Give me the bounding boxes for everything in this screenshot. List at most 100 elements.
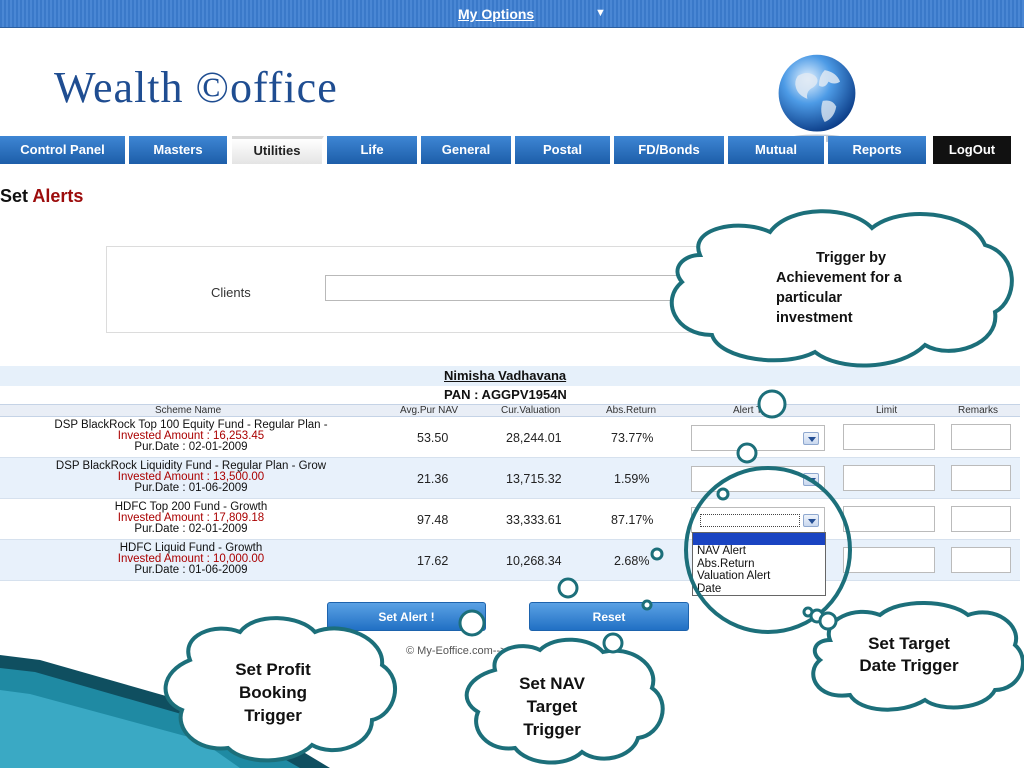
limit-input[interactable]	[843, 506, 935, 532]
purchase-date: Pur.Date : 01-06-2009	[134, 564, 248, 576]
clients-label: Clients	[211, 285, 251, 300]
col-limit: Limit	[876, 405, 898, 416]
alert-type-select[interactable]	[691, 425, 825, 451]
page-title-accent: Alerts	[32, 186, 84, 206]
col-cur-valuation: Cur.Valuation	[501, 405, 561, 416]
option-date[interactable]: Date	[693, 583, 825, 596]
tab-fd-bonds[interactable]: FD/Bonds	[614, 136, 726, 164]
alert-type-select-open[interactable]	[691, 507, 825, 533]
alert-type-select[interactable]	[691, 466, 825, 492]
chevron-down-icon[interactable]	[697, 281, 713, 294]
cur-valuation: 10,268.34	[506, 554, 562, 568]
chevron-down-icon[interactable]: ▼	[595, 7, 606, 19]
main-nav: Control Panel Masters Utilities Life Gen…	[0, 136, 1024, 164]
chevron-down-icon[interactable]	[803, 432, 819, 445]
purchase-date: Pur.Date : 01-06-2009	[134, 482, 248, 494]
purchase-date: Pur.Date : 02-01-2009	[134, 523, 248, 535]
col-avg-pur-nav: Avg.Pur NAV	[400, 405, 458, 416]
logout-button[interactable]: LogOut	[933, 136, 1013, 164]
callout-profit-booking: Set Profit Booking Trigger	[218, 658, 328, 727]
bubble	[818, 611, 838, 631]
logo: Wealth ©office	[54, 63, 338, 112]
limit-input[interactable]	[843, 465, 935, 491]
header: Wealth ©office	[0, 28, 1024, 143]
tab-life[interactable]: Life	[327, 136, 419, 164]
purchase-date: Pur.Date : 02-01-2009	[134, 441, 248, 453]
option-valuation-alert[interactable]: Valuation Alert	[693, 570, 825, 583]
table-row: HDFC Liquid Fund - Growth Invested Amoun…	[0, 540, 1020, 581]
page-title-prefix: Set	[0, 186, 29, 206]
tab-masters[interactable]: Masters	[129, 136, 229, 164]
client-filter-panel: Clients	[106, 246, 720, 333]
scheme-cell: DSP BlackRock Top 100 Equity Fund - Regu…	[0, 419, 382, 453]
remarks-input[interactable]	[951, 506, 1011, 532]
globe-icon	[778, 54, 856, 143]
remarks-input[interactable]	[951, 424, 1011, 450]
table-header: Scheme Name Avg.Pur NAV Cur.Valuation Ab…	[0, 404, 1020, 417]
tab-reports[interactable]: Reports	[828, 136, 928, 164]
alert-type-options: NAV Alert Abs.Return Valuation Alert Dat…	[692, 532, 826, 596]
callout-line: Date Trigger	[859, 656, 959, 675]
callout-line: Set Profit	[235, 660, 311, 679]
callout-nav-target: Set NAV Target Trigger	[500, 672, 604, 741]
bubble	[602, 632, 624, 654]
bubble	[557, 577, 579, 599]
abs-return: 87.17%	[611, 513, 654, 527]
focus-outline	[700, 514, 800, 527]
tab-postal[interactable]: Postal	[515, 136, 612, 164]
client-name[interactable]: Nimisha Vadhavana	[444, 368, 566, 383]
table-row: DSP BlackRock Liquidity Fund - Regular P…	[0, 458, 1020, 499]
tab-control-panel[interactable]: Control Panel	[0, 136, 127, 164]
abs-return: 73.77%	[611, 431, 654, 445]
callout-line: Trigger	[523, 720, 581, 739]
callout-target-date: Set Target Date Trigger	[846, 633, 972, 677]
callout-line: Achievement for a	[776, 270, 902, 286]
callout-line: Booking	[239, 683, 307, 702]
callout-line: Set NAV	[519, 674, 585, 693]
option-abs-return[interactable]: Abs.Return	[693, 558, 825, 571]
tab-general[interactable]: General	[421, 136, 513, 164]
col-alert-type: Alert Type	[733, 405, 778, 416]
abs-return: 2.68%	[614, 554, 650, 568]
bubble	[809, 608, 825, 624]
footer-text: © My-Eoffice.com--> Advisor Sectio	[406, 645, 580, 657]
callout-line: Target	[526, 697, 578, 716]
limit-input[interactable]	[843, 547, 935, 573]
limit-input[interactable]	[843, 424, 935, 450]
scheme-cell: HDFC Top 200 Fund - Growth Invested Amou…	[0, 501, 382, 535]
clients-select[interactable]	[325, 275, 719, 301]
chevron-down-icon[interactable]	[803, 514, 819, 527]
callout-line: Trigger	[244, 706, 302, 725]
reset-button[interactable]: Reset	[529, 602, 689, 631]
table-row: DSP BlackRock Top 100 Equity Fund - Regu…	[0, 417, 1020, 458]
callout-line: investment	[776, 310, 853, 326]
set-alert-button[interactable]: Set Alert !	[327, 602, 486, 631]
page-title: Set Alerts	[0, 186, 83, 207]
option-nav-alert[interactable]: NAV Alert	[693, 545, 825, 558]
abs-return: 1.59%	[614, 472, 650, 486]
tab-utilities[interactable]: Utilities	[232, 136, 324, 164]
cur-valuation: 13,715.32	[506, 472, 562, 486]
remarks-input[interactable]	[951, 465, 1011, 491]
table-row: HDFC Top 200 Fund - Growth Invested Amou…	[0, 499, 1020, 540]
avg-pur-nav: 97.48	[417, 513, 449, 527]
tab-mutual[interactable]: Mutual	[728, 136, 826, 164]
avg-pur-nav: 21.36	[417, 472, 449, 486]
callout-line: Set Target	[868, 634, 950, 653]
callout-line: Trigger by	[816, 250, 887, 266]
cur-valuation: 33,333.61	[506, 513, 562, 527]
cur-valuation: 28,244.01	[506, 431, 562, 445]
col-remarks: Remarks	[958, 405, 999, 416]
chevron-down-icon[interactable]	[803, 473, 819, 486]
scheme-cell: DSP BlackRock Liquidity Fund - Regular P…	[0, 460, 382, 494]
bubble	[802, 606, 814, 618]
remarks-input[interactable]	[951, 547, 1011, 573]
avg-pur-nav: 53.50	[417, 431, 449, 445]
col-scheme-name: Scheme Name	[155, 405, 222, 416]
my-options-link[interactable]: My Options	[458, 6, 534, 22]
client-pan: PAN : AGGPV1954N	[444, 387, 567, 402]
col-abs-return: Abs.Return	[606, 405, 657, 416]
callout-line: particular	[776, 290, 843, 306]
top-bar: My Options ▼	[0, 0, 1024, 28]
highlighted-option[interactable]	[693, 533, 825, 545]
